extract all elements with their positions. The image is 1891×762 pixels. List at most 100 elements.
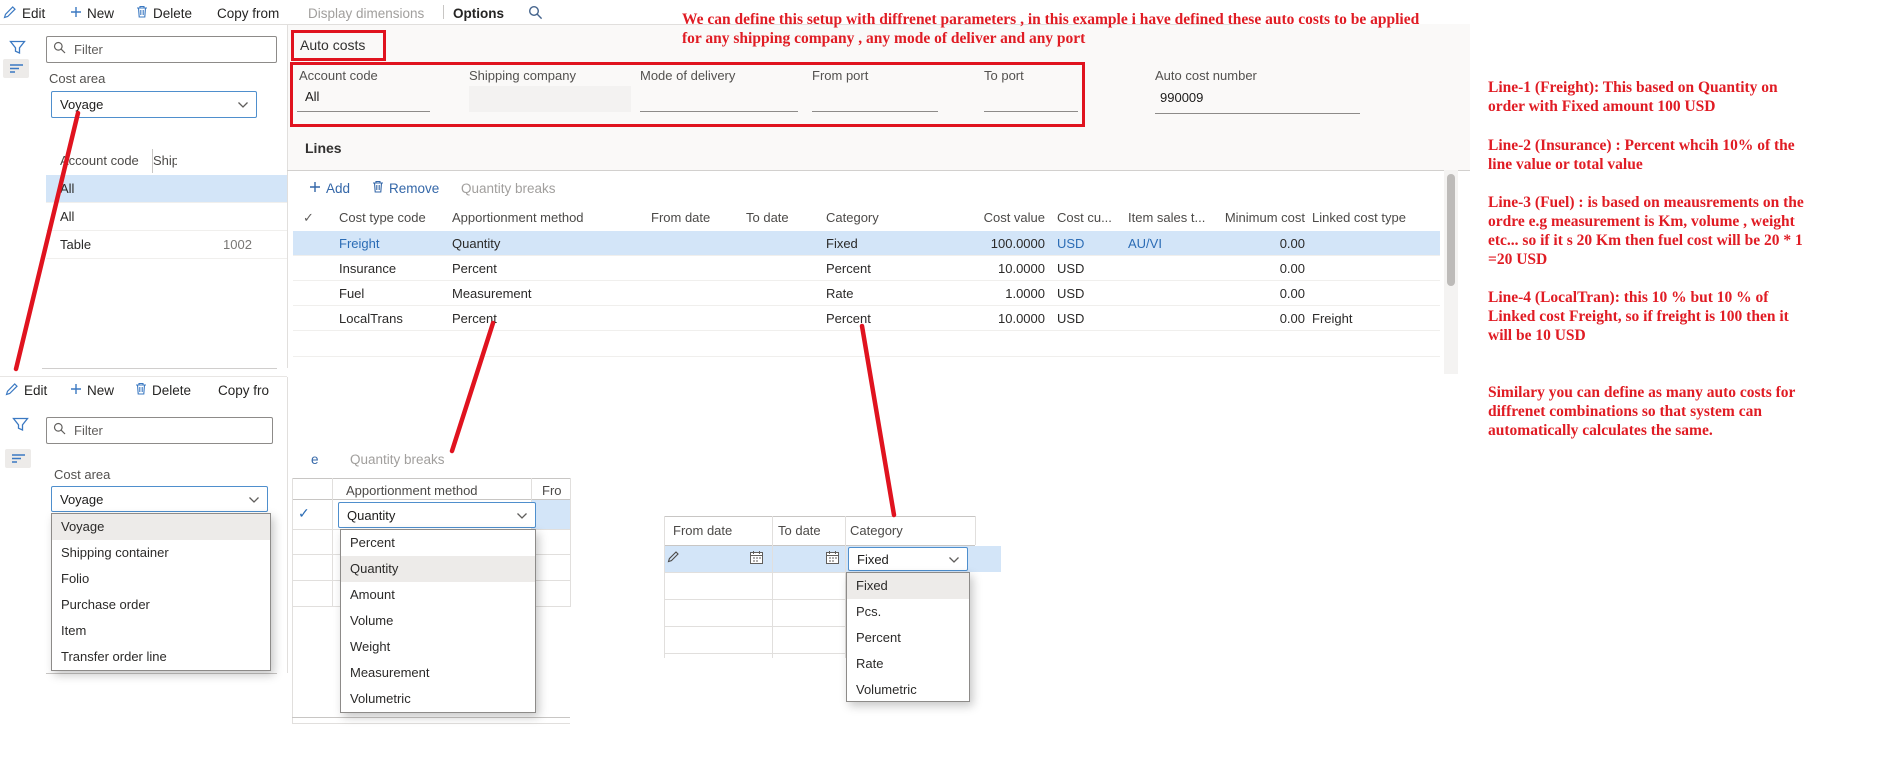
copy-from-button[interactable]: Copy from [217, 3, 279, 23]
apportionment-combobox[interactable]: Quantity [338, 502, 536, 528]
category-combobox[interactable]: Fixed [848, 547, 968, 571]
popup2-col-divider [772, 516, 773, 658]
table-row[interactable]: LocalTrans Percent Percent 10.0000 USD 0… [293, 306, 1440, 331]
dropdown-option[interactable]: Weight [341, 634, 535, 660]
auto-cost-number-field[interactable]: 990009 [1160, 90, 1203, 105]
quantity-breaks-label: Quantity breaks [350, 452, 445, 467]
currency-cell[interactable]: USD [1057, 281, 1084, 306]
dropdown-option[interactable]: Purchase order [52, 592, 270, 618]
column-header[interactable]: Cost cu... [1057, 205, 1112, 231]
dropdown-option[interactable]: Fixed [847, 573, 969, 599]
scrollbar-thumb[interactable] [1447, 174, 1455, 286]
column-header[interactable]: To date [778, 523, 821, 538]
dropdown-option[interactable]: Transfer order line [52, 644, 270, 670]
column-header[interactable]: Fro [542, 483, 569, 498]
currency-cell[interactable]: USD [1057, 231, 1084, 256]
dropdown-option[interactable]: Volume [341, 608, 535, 634]
filter-pane-icon[interactable] [9, 40, 26, 60]
column-header[interactable]: Cost value [984, 205, 1045, 231]
column-header[interactable]: Account code [60, 147, 139, 175]
filter-input[interactable] [72, 41, 270, 58]
dropdown-option[interactable]: Volumetric [341, 686, 535, 712]
dropdown-option[interactable]: Measurement [341, 660, 535, 686]
calendar-icon[interactable] [825, 550, 840, 570]
column-header[interactable]: Item sales t... [1128, 205, 1205, 231]
column-header[interactable]: Apportionment method [452, 205, 584, 231]
column-header[interactable]: Apportionment method [346, 483, 478, 498]
dropdown-option[interactable]: Voyage [52, 514, 270, 540]
column-header[interactable]: Category [850, 523, 903, 538]
cost-type-code-cell[interactable]: Fuel [339, 281, 364, 306]
table-row[interactable]: Insurance Percent Percent 10.0000 USD 0.… [293, 256, 1440, 281]
add-line-button[interactable]: Add [309, 178, 350, 198]
copy-from-button[interactable]: Copy fro [218, 380, 269, 400]
delete-button[interactable]: Delete [136, 3, 192, 23]
cost-type-code-cell[interactable]: Freight [339, 231, 379, 256]
dropdown-option[interactable]: Percent [847, 625, 969, 651]
apportionment-value: Quantity [347, 507, 396, 523]
list-row[interactable]: All [46, 203, 287, 231]
sort-list-icon[interactable] [5, 449, 31, 468]
column-header[interactable]: Linked cost type [1312, 205, 1406, 231]
account-code-list: Account code Ship All All Table 1002 [46, 147, 287, 261]
list-row[interactable]: All [46, 175, 287, 203]
currency-cell[interactable]: USD [1057, 306, 1084, 331]
calendar-icon[interactable] [749, 550, 764, 570]
cost-area-combobox[interactable]: Voyage [51, 91, 257, 118]
annotation-top-note: We can define this setup with diffrenet … [682, 11, 1420, 47]
cost-type-code-cell[interactable]: LocalTrans [339, 306, 403, 331]
column-header[interactable]: To date [746, 205, 789, 231]
plus-icon [70, 6, 82, 21]
options-button[interactable]: Options [453, 3, 504, 23]
dropdown-option[interactable]: Item [52, 618, 270, 644]
column-header[interactable]: Cost type code [339, 205, 426, 231]
dropdown-option[interactable]: Volumetric [847, 677, 969, 703]
list-row[interactable]: Table 1002 [46, 231, 287, 259]
dropdown-option[interactable]: Shipping container [52, 540, 270, 566]
popup1-header-bottom [292, 499, 570, 500]
grid-header-row: ✓ Cost type code Apportionment method Fr… [293, 205, 1440, 232]
dropdown-option[interactable]: Rate [847, 651, 969, 677]
minimum-cost-cell: 0.00 [1279, 261, 1305, 276]
apportionment-dropdown: Percent Quantity Amount Volume Weight Me… [340, 529, 536, 713]
select-all-icon[interactable]: ✓ [303, 205, 314, 231]
dropdown-option[interactable]: Percent [341, 530, 535, 556]
new-button[interactable]: New [70, 3, 114, 23]
row-check-icon: ✓ [298, 505, 310, 521]
dropdown-option[interactable]: Folio [52, 566, 270, 592]
copy-from-label: Copy from [217, 5, 280, 21]
delete-label: Delete [153, 5, 193, 21]
edit-label: Edit [22, 5, 46, 21]
filter-input[interactable] [72, 422, 266, 439]
popup1-left-border [292, 478, 293, 723]
vertical-scrollbar[interactable] [1444, 170, 1458, 374]
chevron-down-icon [237, 97, 249, 112]
empty-row-line [293, 356, 1440, 357]
remove-line-button[interactable]: Remove [372, 178, 439, 198]
cost-area-combobox[interactable]: Voyage [51, 486, 268, 512]
filter-box[interactable] [46, 417, 273, 444]
column-header[interactable]: From date [673, 523, 732, 538]
column-header[interactable]: Minimum cost [1225, 205, 1305, 231]
edit-button[interactable]: Edit [5, 380, 47, 400]
currency-cell[interactable]: USD [1057, 256, 1084, 281]
filter-pane-icon[interactable] [12, 417, 29, 437]
column-header[interactable]: From date [651, 205, 710, 231]
column-header[interactable]: Category [826, 205, 879, 231]
sort-list-icon[interactable] [3, 59, 29, 78]
account-code-cell: All [60, 181, 75, 196]
dropdown-option[interactable]: Amount [341, 582, 535, 608]
edit-button[interactable]: Edit [3, 3, 45, 23]
table-row[interactable]: Freight Quantity Fixed 100.0000 USD AU/V… [293, 231, 1440, 256]
column-header[interactable]: Ship [153, 147, 177, 175]
filter-box[interactable] [46, 36, 277, 63]
cost-type-code-cell[interactable]: Insurance [339, 256, 396, 281]
search-icon[interactable] [528, 5, 543, 25]
dropdown-option[interactable]: Pcs. [847, 599, 969, 625]
table-row[interactable]: Fuel Measurement Rate 1.0000 USD 0.00 [293, 281, 1440, 306]
dropdown-option[interactable]: Quantity [341, 556, 535, 582]
apportionment-cell: Percent [452, 311, 497, 326]
item-sales-cell[interactable]: AU/VI [1128, 231, 1162, 256]
delete-button[interactable]: Delete [135, 380, 191, 400]
new-button[interactable]: New [70, 380, 114, 400]
